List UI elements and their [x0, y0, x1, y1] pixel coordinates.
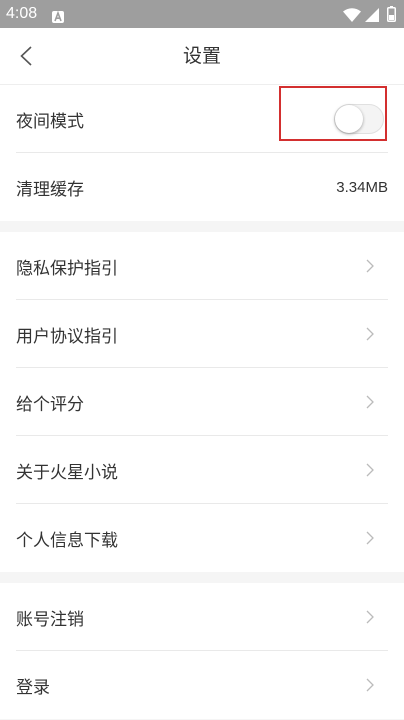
night-mode-row: 夜间模式	[0, 85, 404, 153]
header: 设置	[0, 28, 404, 85]
chevron-right-icon	[366, 531, 374, 545]
delete-account-label: 账号注销	[16, 609, 84, 630]
login-label: 登录	[16, 677, 50, 698]
status-time: 4:08	[6, 5, 38, 22]
page-title: 设置	[182, 45, 221, 67]
privacy-guide-label: 隐私保护指引	[16, 258, 118, 279]
chevron-right-icon	[366, 463, 374, 477]
about-row[interactable]: 关于火星小说	[0, 436, 404, 504]
personal-info-download-row[interactable]: 个人信息下载	[0, 504, 404, 572]
clear-cache-label: 清理缓存	[16, 179, 84, 200]
login-row[interactable]: 登录	[0, 651, 404, 719]
battery-icon	[387, 6, 396, 22]
user-agreement-label: 用户协议指引	[16, 326, 118, 347]
a-notification-icon	[52, 8, 64, 23]
delete-account-row[interactable]: 账号注销	[0, 583, 404, 651]
status-bar: 4:08	[0, 0, 404, 28]
privacy-guide-row[interactable]: 隐私保护指引	[0, 232, 404, 300]
personal-info-download-label: 个人信息下载	[16, 530, 118, 551]
chevron-right-icon	[366, 610, 374, 624]
clear-cache-row[interactable]: 清理缓存 3.34MB	[0, 153, 404, 221]
section-divider	[0, 572, 404, 583]
toggle-knob	[335, 105, 363, 133]
chevron-right-icon	[366, 259, 374, 273]
rate-app-row[interactable]: 给个评分	[0, 368, 404, 436]
section-divider	[0, 221, 404, 232]
rate-app-label: 给个评分	[16, 394, 84, 415]
signal-icon	[365, 7, 379, 22]
cache-size-value: 3.34MB	[336, 178, 388, 196]
settings-section-display: 夜间模式 清理缓存 3.34MB	[0, 85, 404, 221]
wifi-icon	[343, 7, 361, 22]
settings-section-account: 账号注销 登录	[0, 583, 404, 719]
user-agreement-row[interactable]: 用户协议指引	[0, 300, 404, 368]
night-mode-toggle[interactable]	[334, 104, 384, 134]
about-label: 关于火星小说	[16, 462, 118, 483]
settings-section-info: 隐私保护指引 用户协议指引 给个评分 关于火星小说 个人信息下载	[0, 232, 404, 572]
chevron-right-icon	[366, 327, 374, 341]
chevron-right-icon	[366, 678, 374, 692]
night-mode-label: 夜间模式	[16, 111, 84, 132]
chevron-right-icon	[366, 395, 374, 409]
